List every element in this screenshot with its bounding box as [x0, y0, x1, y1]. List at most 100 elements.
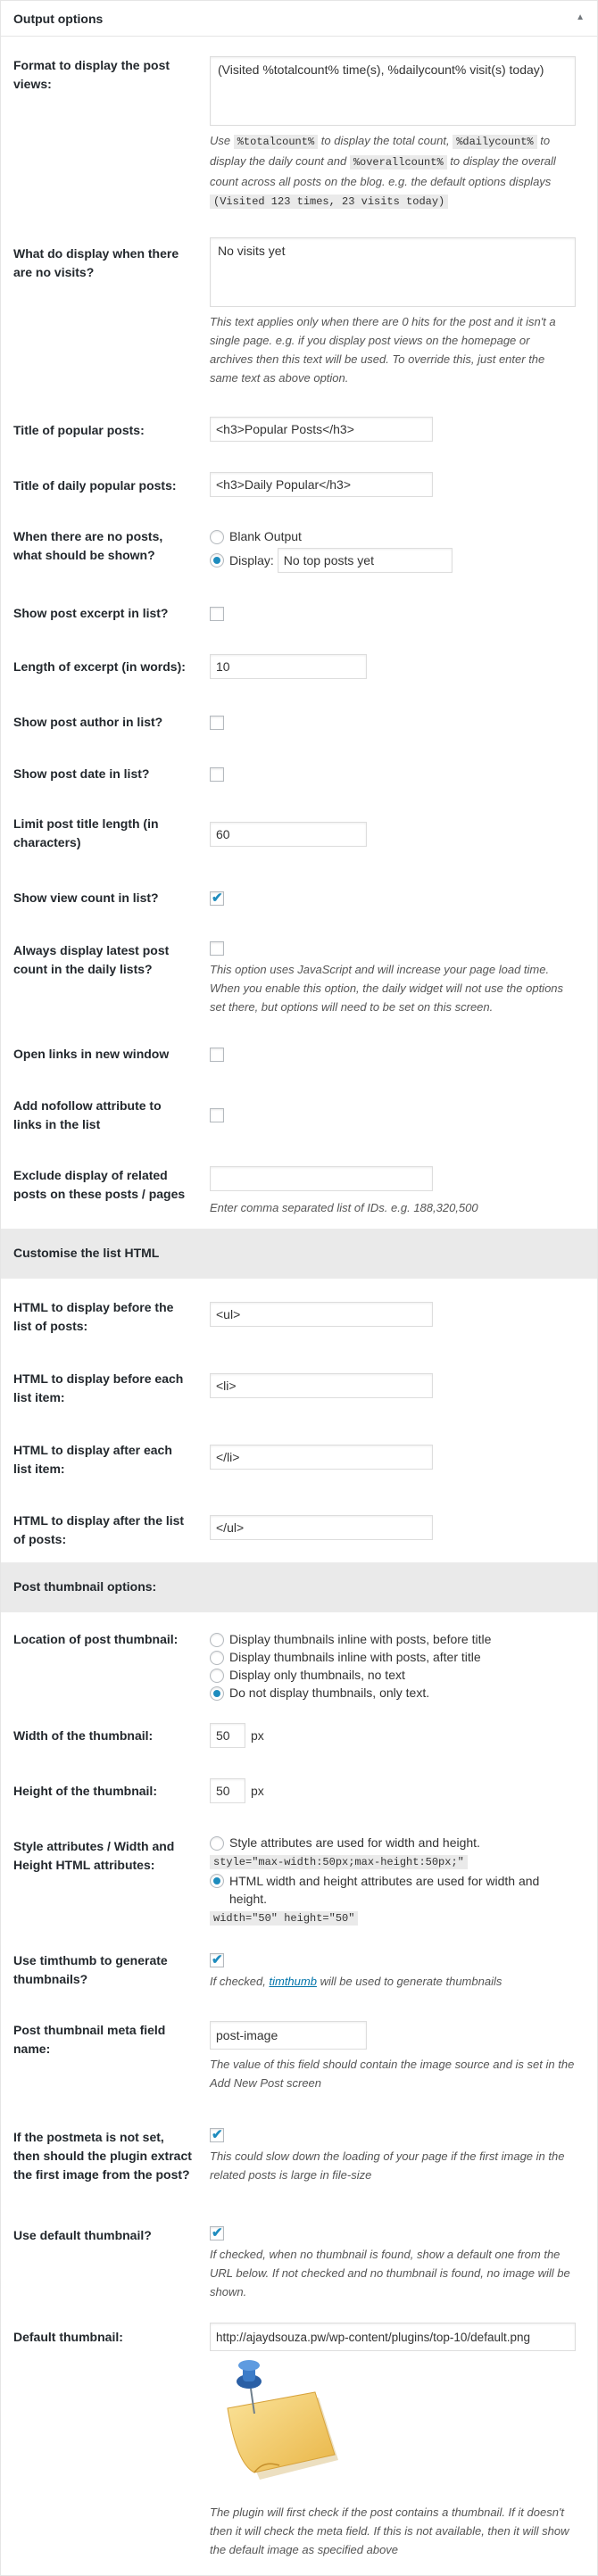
daily-title-input[interactable]	[210, 472, 433, 497]
thumb-width-field: px	[210, 1723, 576, 1748]
location-radio-after[interactable]	[210, 1651, 224, 1666]
location-option-none[interactable]: Do not display thumbnails, only text.	[210, 1684, 576, 1702]
timthumb-checkbox[interactable]	[210, 1951, 224, 1967]
nofollow-checkbox[interactable]	[210, 1108, 224, 1122]
thumb-style-label: Style attributes / Width and Height HTML…	[13, 1839, 175, 1872]
view-count-checkbox[interactable]	[210, 890, 224, 906]
thumb-width-input[interactable]	[210, 1723, 245, 1748]
new-window-checkbox[interactable]	[210, 1048, 224, 1062]
row-author: Show post author in list?	[1, 713, 597, 730]
triangle-up-icon[interactable]: ▲	[576, 12, 585, 22]
row-new-window: Open links in new window	[1, 1045, 597, 1062]
style-option-css[interactable]: Style attributes are used for width and …	[210, 1834, 576, 1851]
after-item-label: HTML to display after each list item:	[13, 1443, 172, 1476]
no-posts-label: When there are no posts, what should be …	[13, 529, 163, 562]
row-date: Show post date in list?	[1, 765, 597, 782]
extract-label: If the postmeta is not set, then should …	[13, 2130, 192, 2182]
excerpt-length-label: Length of excerpt (in words):	[13, 659, 186, 674]
thumb-width-label: Width of the thumbnail:	[13, 1728, 154, 1743]
timthumb-description: If checked, timthumb will be used to gen…	[210, 1975, 502, 1988]
thumb-height-label: Height of the thumbnail:	[13, 1784, 157, 1798]
no-visits-description: This text applies only when there are 0 …	[210, 315, 556, 385]
default-thumb-checkbox[interactable]	[210, 2224, 224, 2241]
title-length-label: Limit post title length (in characters)	[13, 816, 159, 849]
thumb-meta-label: Post thumbnail meta field name:	[13, 2023, 166, 2056]
date-checkbox[interactable]	[210, 767, 224, 782]
excerpt-length-input[interactable]	[210, 654, 367, 679]
style-option-html[interactable]: HTML width and height attributes are use…	[210, 1872, 576, 1908]
location-option-after[interactable]: Display thumbnails inline with posts, af…	[210, 1648, 576, 1666]
style-code-css: style="max-width:50px;max-height:50px;"	[210, 1855, 468, 1869]
pushpin-note-icon	[210, 2355, 344, 2497]
default-url-label: Default thumbnail:	[13, 2330, 123, 2344]
latest-count-description: This option uses JavaScript and will inc…	[210, 963, 564, 1014]
default-url-input[interactable]	[210, 2323, 576, 2351]
after-list-input[interactable]	[210, 1515, 433, 1540]
panel-title: Output options	[13, 12, 104, 26]
style-radio-css[interactable]	[210, 1836, 224, 1851]
thumb-meta-field: The value of this field should contain t…	[210, 2021, 576, 2092]
latest-count-field: This option uses JavaScript and will inc…	[210, 941, 576, 1016]
thumb-width-unit: px	[251, 1728, 264, 1743]
style-radio-html[interactable]	[210, 1874, 224, 1888]
popular-title-label: Title of popular posts:	[13, 423, 145, 437]
section-thumbnail-title: Post thumbnail options:	[13, 1579, 157, 1594]
thumb-meta-description: The value of this field should contain t…	[210, 2058, 575, 2090]
default-thumb-field: If checked, when no thumbnail is found, …	[210, 2224, 576, 2301]
before-list-input[interactable]	[210, 1302, 433, 1327]
exclude-label: Exclude display of related posts on thes…	[13, 1168, 186, 1201]
extract-field: This could slow down the loading of your…	[210, 2126, 576, 2184]
output-options-panel: Output options ▲ Format to display the p…	[0, 0, 598, 2576]
thumb-height-unit: px	[251, 1784, 264, 1798]
nofollow-label: Add nofollow attribute to links in the l…	[13, 1098, 162, 1131]
exclude-input[interactable]	[210, 1166, 433, 1191]
timthumb-link[interactable]: timthumb	[269, 1975, 316, 1988]
exclude-field: Enter comma separated list of IDs. e.g. …	[210, 1166, 576, 1217]
blank-output-option[interactable]: Blank Output	[210, 527, 576, 545]
format-description: Use %totalcount% to display the total co…	[210, 134, 556, 209]
after-list-label: HTML to display after the list of posts:	[13, 1513, 185, 1546]
thumb-height-field: px	[210, 1778, 576, 1803]
format-textarea[interactable]: (Visited %totalcount% time(s), %dailycou…	[210, 56, 576, 126]
location-option-only[interactable]: Display only thumbnails, no text	[210, 1666, 576, 1684]
format-field: (Visited %totalcount% time(s), %dailycou…	[210, 56, 576, 211]
exclude-description: Enter comma separated list of IDs. e.g. …	[210, 1201, 478, 1214]
after-item-input[interactable]	[210, 1445, 433, 1470]
latest-count-checkbox[interactable]	[210, 941, 224, 956]
location-radio-none[interactable]	[210, 1686, 224, 1702]
no-visits-textarea[interactable]: No visits yet	[210, 237, 576, 307]
display-radio[interactable]	[210, 553, 224, 567]
view-count-label: Show view count in list?	[13, 890, 159, 905]
blank-output-radio[interactable]	[210, 530, 224, 545]
style-code-html: width="50" height="50"	[210, 1911, 359, 1926]
before-item-label: HTML to display before each list item:	[13, 1371, 184, 1404]
row-excerpt: Show post excerpt in list?	[1, 604, 597, 621]
no-visits-field: No visits yet This text applies only whe…	[210, 237, 576, 387]
location-radio-only[interactable]	[210, 1669, 224, 1684]
format-label: Format to display the post views:	[13, 58, 170, 91]
section-list-html: Customise the list HTML	[1, 1229, 597, 1279]
excerpt-checkbox[interactable]	[210, 607, 224, 621]
date-label: Show post date in list?	[13, 766, 150, 781]
default-url-description: The plugin will first check if the post …	[210, 2506, 569, 2556]
location-radio-before[interactable]	[210, 1633, 224, 1648]
extract-checkbox[interactable]	[210, 2126, 224, 2142]
author-checkbox[interactable]	[210, 716, 224, 730]
thumb-location-field: Display thumbnails inline with posts, be…	[210, 1630, 576, 1702]
new-window-label: Open links in new window	[13, 1047, 170, 1061]
timthumb-label: Use timthumb to generate thumbnails?	[13, 1953, 168, 1986]
excerpt-label: Show post excerpt in list?	[13, 606, 169, 620]
title-length-input[interactable]	[210, 822, 367, 847]
latest-count-label: Always display latest post count in the …	[13, 943, 170, 976]
location-option-before[interactable]: Display thumbnails inline with posts, be…	[210, 1630, 576, 1648]
thumb-height-input[interactable]	[210, 1778, 245, 1803]
thumb-meta-input[interactable]	[210, 2021, 367, 2050]
panel-header[interactable]: Output options ▲	[1, 1, 597, 37]
before-item-input[interactable]	[210, 1373, 433, 1398]
display-option[interactable]: Display:	[210, 548, 576, 573]
extract-description: This could slow down the loading of your…	[210, 2149, 565, 2182]
daily-title-label: Title of daily popular posts:	[13, 478, 177, 493]
section-thumbnail: Post thumbnail options:	[1, 1562, 597, 1612]
no-posts-text-input[interactable]	[277, 548, 453, 573]
popular-title-input[interactable]	[210, 417, 433, 442]
